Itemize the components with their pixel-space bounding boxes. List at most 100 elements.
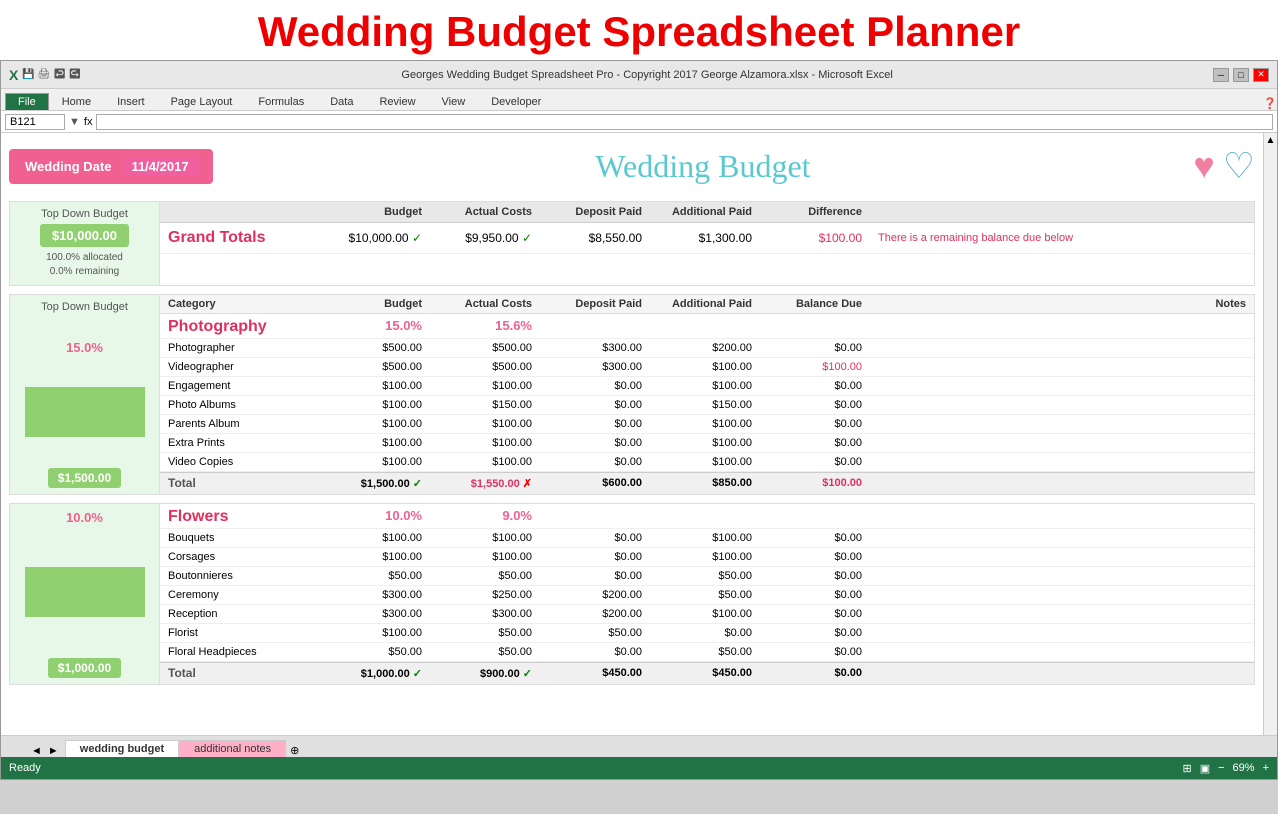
- table-row: Florist $100.00 $50.00 $50.00 $0.00 $0.0…: [160, 624, 1254, 643]
- col-header-notes: [870, 206, 1254, 218]
- cat-col-notes: Notes: [870, 298, 1254, 310]
- flowers-left-panel: 10.0% $1,000.00: [10, 504, 160, 684]
- close-button[interactable]: ✕: [1253, 68, 1269, 82]
- table-row: Ceremony $300.00 $250.00 $200.00 $50.00 …: [160, 586, 1254, 605]
- minimize-button[interactable]: ─: [1213, 68, 1229, 82]
- ribbon-tabs: File Home Insert Page Layout Formulas Da…: [1, 89, 1277, 111]
- check-icon-2: ✓: [522, 231, 532, 245]
- zoom-in-icon[interactable]: +: [1263, 762, 1269, 774]
- col-header-difference: Difference: [760, 206, 870, 218]
- flowers-actual-pct: 9.0%: [430, 508, 540, 526]
- table-row: Boutonnieres $50.00 $50.00 $0.00 $50.00 …: [160, 567, 1254, 586]
- tab-developer[interactable]: Developer: [478, 93, 554, 110]
- spreadsheet-title: Wedding Budget: [213, 148, 1194, 185]
- layout-view-icon[interactable]: ▣: [1200, 762, 1210, 775]
- tab-data[interactable]: Data: [317, 93, 366, 110]
- sheet-tab-wedding-budget[interactable]: wedding budget: [65, 740, 179, 757]
- wedding-date-block: Wedding Date 11/4/2017: [9, 149, 213, 184]
- grand-totals-label: Grand Totals: [160, 229, 320, 247]
- col-header-budget: Budget: [320, 206, 430, 218]
- cell-reference-input[interactable]: [5, 114, 65, 130]
- grand-totals-right: Budget Actual Costs Deposit Paid Additio…: [160, 202, 1254, 285]
- gt-budget: $10,000.00 ✓: [320, 231, 430, 245]
- flowers-budget-pct: 10.0%: [320, 508, 430, 526]
- formula-expand-icon: ▼: [69, 116, 80, 128]
- table-row: Reception $300.00 $300.00 $200.00 $100.0…: [160, 605, 1254, 624]
- grand-totals-header: Budget Actual Costs Deposit Paid Additio…: [160, 202, 1254, 223]
- total-label: Total: [160, 476, 320, 491]
- tab-home[interactable]: Home: [49, 93, 104, 110]
- scrollbar-right[interactable]: ▲ ▼: [1263, 133, 1277, 779]
- cat-header-row: Category Budget Actual Costs Deposit Pai…: [160, 295, 1254, 314]
- top-down-budget-label: Top Down Budget: [41, 208, 128, 220]
- excel-icon: X: [9, 67, 18, 83]
- heart-outline-icon: ♡: [1223, 145, 1255, 187]
- status-right: ⊞ ▣ − 69% +: [1182, 762, 1269, 775]
- table-row: Photo Albums $100.00 $150.00 $0.00 $150.…: [160, 396, 1254, 415]
- photography-section: Top Down Budget 15.0% $1,500.00 Category…: [9, 294, 1255, 495]
- spreadsheet: Wedding Date 11/4/2017 Wedding Budget ♥ …: [1, 133, 1263, 779]
- check-icon: ✓: [523, 668, 532, 680]
- restore-button[interactable]: □: [1233, 68, 1249, 82]
- flowers-name-row: Flowers 10.0% 9.0%: [160, 504, 1254, 529]
- budget-amount-box: $10,000.00: [40, 224, 129, 247]
- photography-top-down-label: Top Down Budget: [41, 301, 128, 313]
- tab-view[interactable]: View: [429, 93, 479, 110]
- cat-col-balance: Balance Due: [760, 298, 870, 310]
- wedding-date-label: Wedding Date: [25, 159, 111, 174]
- photography-actual-pct: 15.6%: [430, 318, 540, 336]
- flowers-section: 10.0% $1,000.00 Flowers 10.0% 9.0% Bouqu…: [9, 503, 1255, 685]
- sheet-nav-left[interactable]: ◄: [31, 745, 42, 757]
- sheet-tab-additional-notes[interactable]: additional notes: [179, 740, 286, 757]
- top-down-budget-panel: Top Down Budget $10,000.00 100.0% alloca…: [10, 202, 160, 285]
- cat-col-budget: Budget: [320, 298, 430, 310]
- excel-window: X 💾 🖨 ↩ ↪ Georges Wedding Budget Spreads…: [0, 60, 1278, 780]
- title-bar: X 💾 🖨 ↩ ↪ Georges Wedding Budget Spreads…: [1, 61, 1277, 89]
- photography-left-panel: Top Down Budget 15.0% $1,500.00: [10, 295, 160, 494]
- photography-right: Category Budget Actual Costs Deposit Pai…: [160, 295, 1254, 494]
- formula-input[interactable]: [96, 114, 1273, 130]
- check-icon: ✓: [413, 668, 422, 680]
- flowers-total-label: Total: [160, 666, 320, 681]
- flowers-pct: 10.0%: [66, 510, 103, 525]
- scroll-up-icon[interactable]: ▲: [1264, 133, 1277, 148]
- photography-category-name: Photography: [160, 318, 320, 336]
- wedding-date-value: 11/4/2017: [123, 157, 196, 176]
- page-title: Wedding Budget Spreadsheet Planner: [0, 0, 1278, 60]
- page-view-icon[interactable]: ⊞: [1182, 762, 1191, 775]
- tab-review[interactable]: Review: [366, 93, 428, 110]
- tab-formulas[interactable]: Formulas: [245, 93, 317, 110]
- gt-actual: $9,950.00 ✓: [430, 231, 540, 245]
- col-header-additional: Additional Paid: [650, 206, 760, 218]
- gt-note: There is a remaining balance due below: [870, 232, 1254, 244]
- formula-bar: ▼ fx: [1, 111, 1277, 133]
- flowers-progress-bar: [25, 567, 145, 617]
- photography-name-row: Photography 15.0% 15.6%: [160, 314, 1254, 339]
- photography-budget-pct: 15.0%: [320, 318, 430, 336]
- gt-deposit: $8,550.00: [540, 231, 650, 245]
- photography-pct: 15.0%: [66, 340, 103, 355]
- wb-header: Wedding Date 11/4/2017 Wedding Budget ♥ …: [9, 141, 1255, 191]
- tab-page-layout[interactable]: Page Layout: [158, 93, 246, 110]
- flowers-category-name: Flowers: [160, 508, 320, 526]
- status-bar: Ready ⊞ ▣ − 69% +: [1, 757, 1277, 779]
- flowers-budget-box: $1,000.00: [48, 658, 121, 678]
- allocation-text: 100.0% allocated0.0% remaining: [46, 251, 123, 279]
- gt-difference: $100.00: [760, 231, 870, 245]
- sheet-nav-right[interactable]: ►: [48, 745, 59, 757]
- check-icon: ✓: [413, 478, 422, 490]
- zoom-out-icon[interactable]: −: [1218, 762, 1224, 774]
- table-row: Bouquets $100.00 $100.00 $0.00 $100.00 $…: [160, 529, 1254, 548]
- window-title: Georges Wedding Budget Spreadsheet Pro -…: [81, 69, 1213, 81]
- cat-col-actual: Actual Costs: [430, 298, 540, 310]
- tab-file[interactable]: File: [5, 93, 49, 110]
- table-row: Parents Album $100.00 $100.00 $0.00 $100…: [160, 415, 1254, 434]
- content-area: Wedding Date 11/4/2017 Wedding Budget ♥ …: [1, 133, 1277, 779]
- formula-fx-icon: fx: [84, 116, 93, 128]
- help-icon: ❓: [1263, 97, 1277, 110]
- tab-insert[interactable]: Insert: [104, 93, 158, 110]
- add-sheet-icon[interactable]: ⊕: [290, 744, 299, 757]
- window-controls[interactable]: ─ □ ✕: [1213, 68, 1269, 82]
- table-row: Video Copies $100.00 $100.00 $0.00 $100.…: [160, 453, 1254, 472]
- flowers-right: Flowers 10.0% 9.0% Bouquets $100.00 $100…: [160, 504, 1254, 684]
